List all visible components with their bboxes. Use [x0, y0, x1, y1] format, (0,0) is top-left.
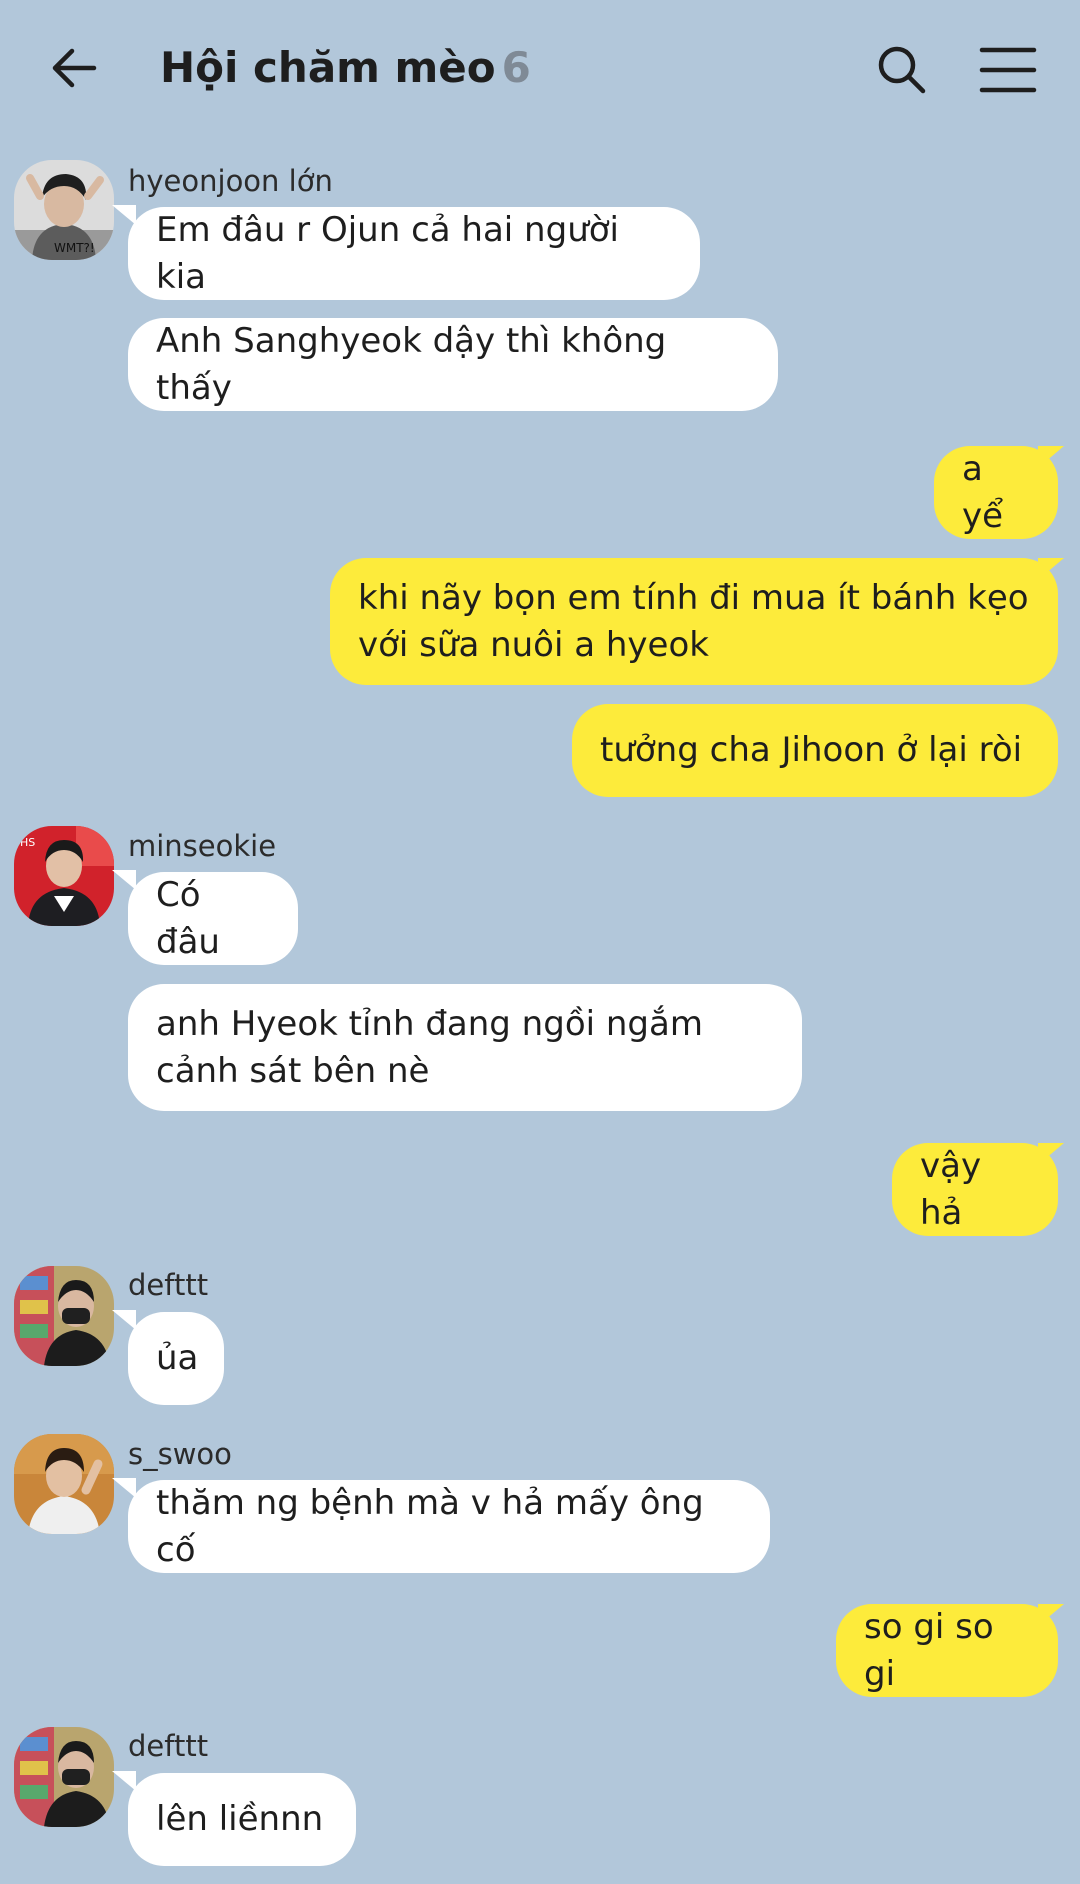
back-button[interactable]	[44, 36, 108, 100]
profile-photo-icon	[14, 1727, 114, 1827]
chat-header: Hội chăm mèo 6	[0, 0, 1080, 140]
svg-text:WMT?!: WMT?!	[54, 241, 95, 255]
message-bubble[interactable]: anh Hyeok tỉnh đang ngồi ngắm cảnh sát b…	[128, 984, 802, 1111]
message-bubble[interactable]: ủa	[128, 1312, 224, 1405]
profile-photo-icon: HS	[14, 826, 114, 926]
message-bubble[interactable]: vậy hả	[892, 1143, 1058, 1236]
message-bubble[interactable]: khi nãy bọn em tính đi mua ít bánh kẹo v…	[330, 558, 1058, 685]
message-bubble[interactable]: tưởng cha Jihoon ở lại ròi	[572, 704, 1058, 797]
avatar-minseokie[interactable]: HS	[14, 826, 114, 926]
message-bubble[interactable]: Em đâu r Ojun cả hai người kia	[128, 207, 700, 300]
avatar-defttt[interactable]	[14, 1266, 114, 1366]
message-bubble[interactable]: lên liềnnn	[128, 1773, 356, 1866]
message-bubble[interactable]: so gi so gi	[836, 1604, 1058, 1697]
sender-name: minseokie	[128, 829, 277, 863]
avatar-defttt[interactable]	[14, 1727, 114, 1827]
message-bubble[interactable]: Anh Sanghyeok dậy thì không thấy	[128, 318, 778, 411]
sender-name: hyeonjoon lớn	[128, 164, 333, 198]
sender-name: defttt	[128, 1729, 209, 1763]
sender-name: defttt	[128, 1268, 209, 1302]
menu-button[interactable]	[978, 40, 1038, 100]
avatar-s-swoo[interactable]	[14, 1434, 114, 1534]
svg-text:HS: HS	[20, 836, 35, 849]
profile-photo-icon: WMT?!	[14, 160, 114, 260]
message-bubble[interactable]: Có đâu	[128, 872, 298, 965]
search-button[interactable]	[872, 40, 932, 100]
search-icon	[878, 46, 926, 94]
back-arrow-icon	[52, 48, 97, 88]
avatar-hyeonjoon[interactable]: WMT?!	[14, 160, 114, 260]
menu-icon	[979, 47, 1037, 93]
profile-photo-icon	[14, 1434, 114, 1534]
message-bubble[interactable]: thăm ng bệnh mà v hả mấy ông cố	[128, 1480, 770, 1573]
message-bubble[interactable]: a yể	[934, 446, 1058, 539]
profile-photo-icon	[14, 1266, 114, 1366]
member-count: 6	[501, 43, 531, 92]
sender-name: s_swoo	[128, 1437, 232, 1471]
chat-title-text: Hội chăm mèo	[160, 43, 496, 92]
chat-title: Hội chăm mèo 6	[160, 38, 531, 98]
